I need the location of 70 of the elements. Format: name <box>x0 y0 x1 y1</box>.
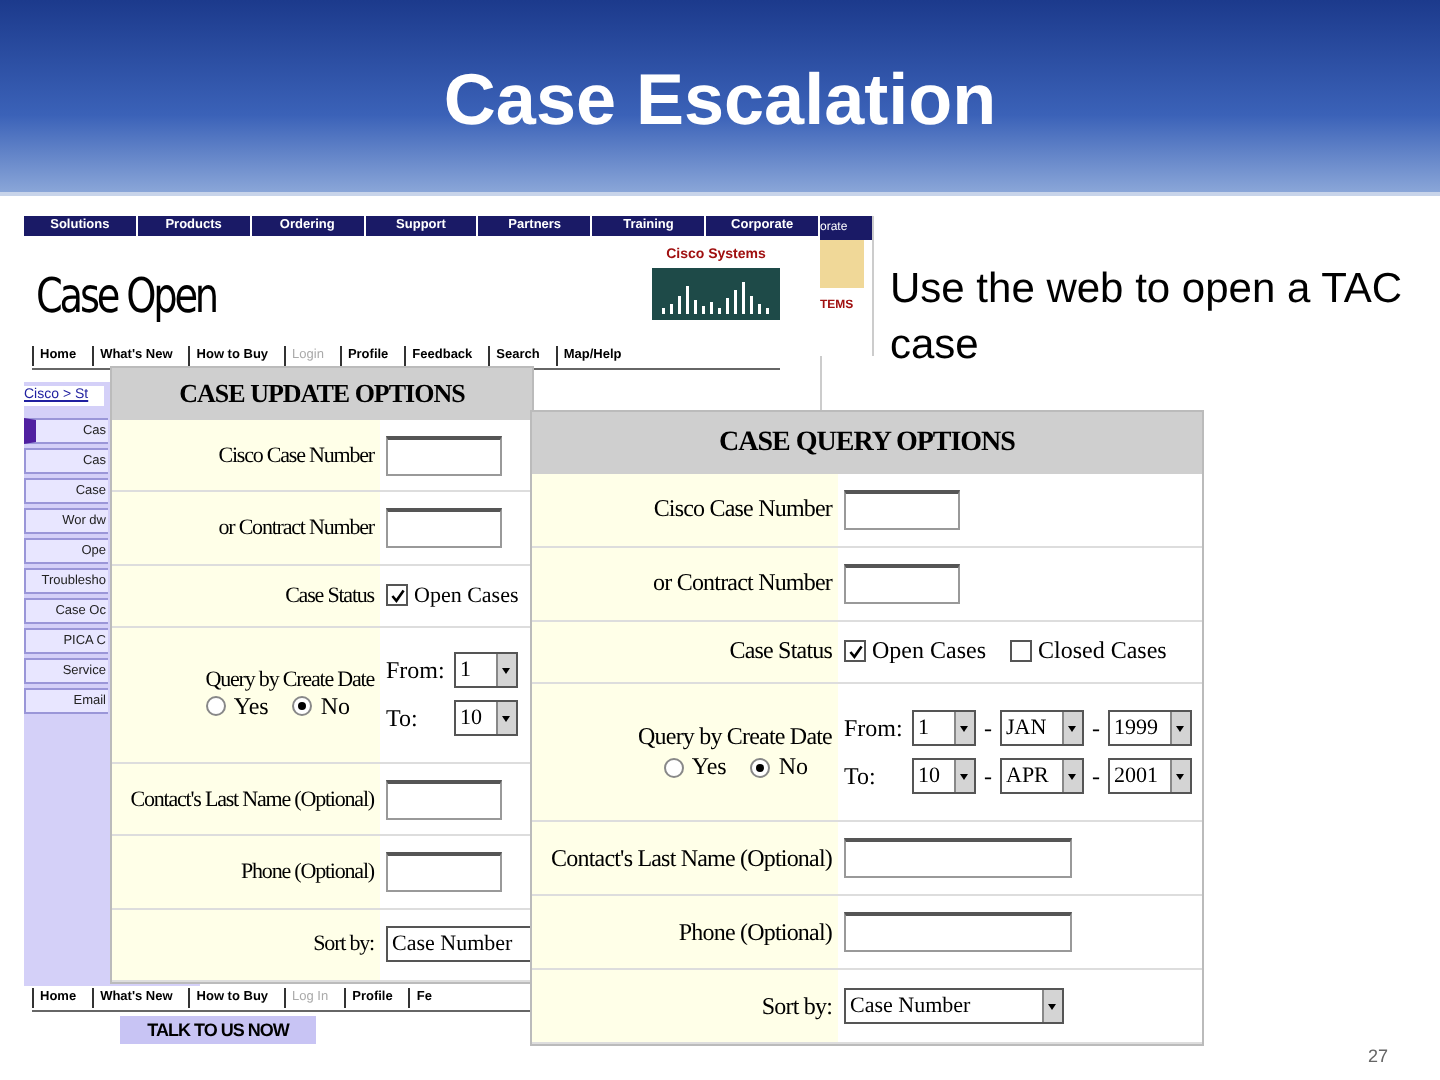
caret-icon <box>496 702 516 735</box>
input-field[interactable] <box>386 779 502 820</box>
field-label: Case Status <box>729 636 832 667</box>
page-number: 27 <box>1368 1046 1389 1066</box>
date-label: From: <box>844 713 904 744</box>
field-label: or Contract Number <box>218 516 374 541</box>
checkbox-label: Closed Cases <box>1038 636 1167 667</box>
caret-icon <box>496 654 516 687</box>
date-label: To: <box>844 761 878 792</box>
field-label: Contact's Last Name (Optional) <box>551 843 832 874</box>
dropdown[interactable]: 2001 <box>1108 758 1192 795</box>
dropdown[interactable]: APR <box>1000 758 1084 795</box>
caret-icon <box>1042 990 1062 1023</box>
form-title: CASE QUERY OPTIONS <box>532 412 1202 474</box>
dropdown[interactable]: 1999 <box>1108 710 1192 747</box>
dash: - <box>984 761 992 792</box>
checkbox-label: Open Cases <box>872 636 986 667</box>
field-label: Cisco Case Number <box>653 494 832 525</box>
dash: - <box>1092 761 1100 792</box>
form-title: CASE UPDATE OPTIONS <box>112 368 532 420</box>
input-field[interactable] <box>386 508 502 549</box>
banner-link[interactable]: TALK TO US NOW <box>120 1016 316 1044</box>
field-label: Cisco Case Number <box>218 443 374 468</box>
caret-icon <box>1170 760 1190 793</box>
dropdown[interactable]: 1 <box>454 652 518 689</box>
logo-block <box>820 240 864 288</box>
caret-icon <box>1062 712 1082 745</box>
page-heading: Case Open <box>36 268 216 324</box>
dropdown[interactable]: JAN <box>1000 710 1084 747</box>
radio-label: Yes <box>691 752 727 783</box>
dropdown[interactable]: Case Number <box>844 988 1064 1025</box>
input-field[interactable] <box>844 489 960 530</box>
field-label: Sort by: <box>313 932 374 957</box>
dash: - <box>1092 713 1100 744</box>
date-label: To: <box>386 703 420 734</box>
radio-button[interactable] <box>663 757 684 778</box>
radio-label: No <box>778 752 808 783</box>
input-field[interactable] <box>844 912 1072 953</box>
radio-label: Yes <box>233 691 269 722</box>
checkbox[interactable] <box>1010 640 1032 663</box>
radio-button[interactable] <box>205 696 226 717</box>
caret-icon <box>954 760 974 793</box>
field-label: Phone (Optional) <box>678 917 832 948</box>
radio-button[interactable] <box>292 696 313 717</box>
radio-button[interactable] <box>750 757 771 778</box>
date-label: From: <box>386 655 446 686</box>
dash: - <box>984 713 992 744</box>
field-label: Sort by: <box>761 991 832 1022</box>
bullet-text: Use the web to open a TAC case <box>890 264 1405 372</box>
input-field[interactable] <box>386 851 502 892</box>
caret-icon <box>954 712 974 745</box>
slide-title: Case Escalation <box>443 56 997 144</box>
input-field[interactable] <box>844 838 1072 879</box>
dropdown[interactable]: 10 <box>912 758 976 795</box>
dropdown[interactable]: 1 <box>912 710 976 747</box>
field-label: Case Status <box>285 583 374 608</box>
field-label: or Contract Number <box>653 568 832 599</box>
field-label: Query by Create Date <box>205 667 374 692</box>
radio-label: No <box>320 691 350 722</box>
field-label: Query by Create Date <box>638 722 832 753</box>
checkbox-label: Open Cases <box>414 583 519 608</box>
checked-checkbox[interactable] <box>386 584 408 607</box>
field-label: Phone (Optional) <box>241 859 374 884</box>
caret-icon <box>1062 760 1082 793</box>
field-label: Contact's Last Name (Optional) <box>130 787 374 812</box>
checked-checkbox[interactable] <box>844 640 866 663</box>
input-field[interactable] <box>844 563 960 604</box>
input-field[interactable] <box>386 435 502 476</box>
dropdown[interactable]: 10 <box>454 700 518 737</box>
caret-icon <box>1170 712 1190 745</box>
